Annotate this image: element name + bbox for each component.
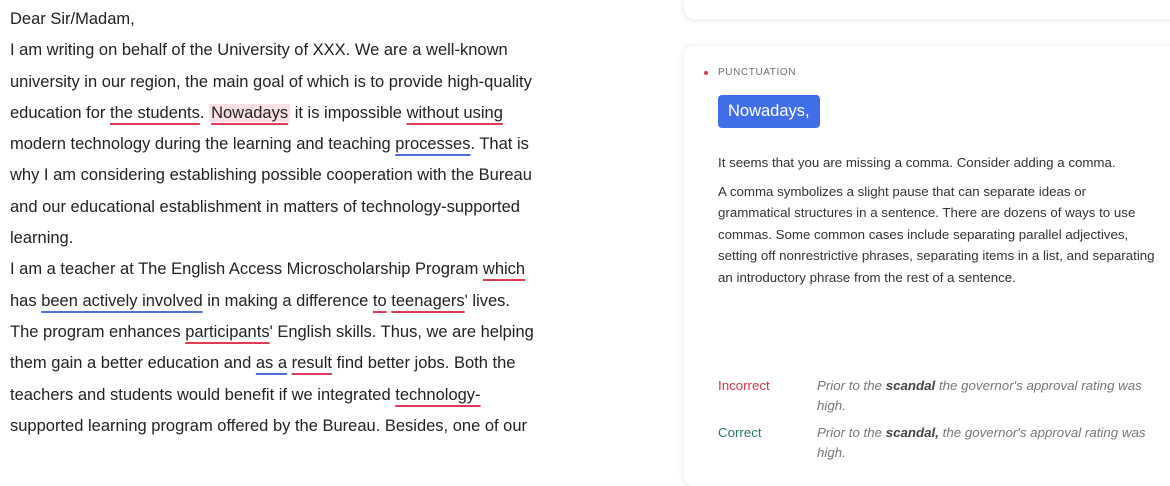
flagged-word-teenagers[interactable]: teenagers [391, 292, 464, 310]
editor-line: learning. [10, 229, 74, 248]
previous-suggestion-card[interactable] [684, 0, 1170, 19]
editor-line: I am writing on behalf of the University… [10, 41, 508, 60]
example-text-incorrect: Prior to the scandal the governor's appr… [817, 376, 1147, 416]
editor-line: them gain a better education and as a re… [10, 348, 650, 379]
suggestion-card: PUNCTUATION Nowadays, It seems that you … [684, 46, 1170, 486]
editor-line: and our educational establishment in mat… [10, 197, 520, 216]
text: The program enhances [10, 322, 186, 341]
flagged-word-to[interactable]: to [373, 292, 387, 310]
text: find better jobs. Both the [331, 354, 516, 373]
example-bold: scandal, [885, 425, 939, 440]
flagged-word-which[interactable]: which [483, 260, 525, 278]
document-editor[interactable]: Dear Sir/Madam, I am writing on behalf o… [10, 4, 650, 442]
example-text-correct: Prior to the scandal, the governor's app… [817, 423, 1147, 463]
flagged-word-result[interactable]: result [292, 354, 332, 372]
flagged-word-technology[interactable]: technology- [395, 386, 480, 404]
suggestion-explanation: It seems that you are missing a comma. C… [718, 152, 1158, 295]
example-pre: Prior to the [817, 378, 886, 393]
text: in making a difference [202, 291, 373, 310]
text: modern technology during the learning an… [10, 135, 396, 154]
editor-line: teachers and students would benefit if w… [10, 380, 650, 411]
text: teachers and students would benefit if w… [10, 385, 396, 404]
text: has [10, 291, 42, 310]
text: . That is [470, 135, 529, 154]
accept-suggestion-button[interactable]: Nowadays, [718, 95, 820, 128]
text: it is impossible [290, 103, 407, 122]
example-pre: Prior to the [817, 425, 886, 440]
text: ' lives. [464, 291, 510, 310]
text: them gain a better education and [10, 354, 256, 373]
editor-line: education for the students. Nowadays it … [10, 98, 650, 129]
editor-line: supported learning program offered by th… [10, 416, 528, 435]
category-dot-icon [704, 70, 708, 75]
example-label-incorrect: Incorrect [718, 378, 770, 393]
flagged-phrase-without-using[interactable]: without using [407, 104, 503, 122]
examples-list: Incorrect Prior to the scandal the gover… [718, 376, 1158, 470]
editor-line: The program enhances participants' Engli… [10, 317, 650, 348]
category-label: PUNCTUATION [704, 67, 796, 78]
suggestion-summary: It seems that you are missing a comma. C… [718, 155, 1116, 170]
editor-line: Dear Sir/Madam, [10, 10, 135, 28]
editor-line: university in our region, the main goal … [10, 72, 532, 91]
flagged-phrase-the-students[interactable]: the students [110, 104, 200, 122]
flagged-word-participants[interactable]: participants [185, 323, 269, 341]
editor-line: why I am considering establishing possib… [10, 166, 532, 185]
example-label-correct: Correct [718, 425, 762, 440]
example-bold: scandal [885, 378, 936, 393]
flagged-word-nowadays-active[interactable]: Nowadays [209, 103, 291, 122]
text: education for [10, 103, 110, 122]
flagged-word-processes[interactable]: processes [395, 135, 470, 153]
editor-line: modern technology during the learning an… [10, 129, 650, 160]
category-text: PUNCTUATION [718, 67, 797, 78]
text: . [199, 103, 210, 122]
editor-line: I am a teacher at The English Access Mic… [10, 254, 650, 285]
flagged-phrase-as-a[interactable]: as a [256, 354, 287, 372]
suggestion-details: A comma symbolizes a slight pause that c… [718, 183, 1155, 285]
text: I am a teacher at The English Access Mic… [10, 260, 483, 279]
example-correct: Correct Prior to the scandal, the govern… [718, 423, 1158, 463]
text: ' English skills. Thus, we are helping [269, 322, 534, 341]
editor-line: has been actively involved in making a d… [10, 286, 650, 317]
flagged-phrase-been-actively-involved[interactable]: been actively involved [41, 292, 202, 310]
example-incorrect: Incorrect Prior to the scandal the gover… [718, 376, 1158, 416]
